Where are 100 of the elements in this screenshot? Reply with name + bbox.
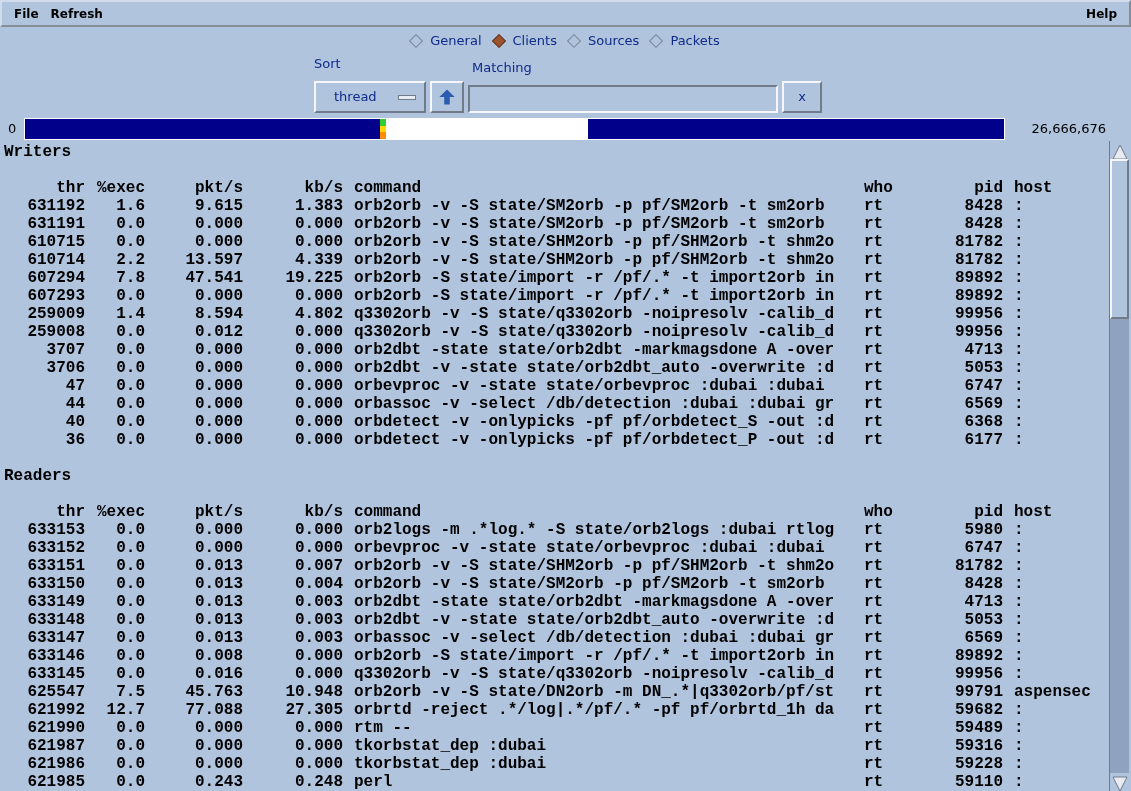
- table-cell-text: 0.0: [115, 413, 145, 431]
- column-header: kb/s: [303, 179, 343, 197]
- table-cell-text: 0.000: [294, 233, 343, 251]
- tab-radio[interactable]: Sources: [566, 31, 642, 51]
- table-cell-text: :: [1013, 251, 1025, 269]
- table-cell-text: :: [1013, 395, 1025, 413]
- table-cell-text: :: [1013, 197, 1025, 215]
- table-cell-text: 0.0: [115, 719, 145, 737]
- sort-dropdown[interactable]: thread: [314, 81, 426, 113]
- table-cell-text: 99956: [954, 665, 1003, 683]
- table-cell-text: 610714: [26, 251, 85, 269]
- table-cell-text: 0.013: [194, 629, 243, 647]
- sort-label: Sort: [314, 54, 342, 73]
- table-cell-text: 0.000: [194, 215, 243, 233]
- tab-radio[interactable]: Packets: [649, 31, 722, 51]
- table-cell-text: 81782: [954, 557, 1003, 575]
- table-cell-text: 36: [64, 431, 85, 449]
- table-cell-text: 89892: [954, 287, 1003, 305]
- scroll-down-icon: [1110, 774, 1129, 791]
- table-cell-text: 99956: [954, 305, 1003, 323]
- table-cell-text: :: [1013, 305, 1025, 323]
- table-cell-text: orb2dbt -v -state state/orb2dbt_auto -overwrite :d: [353, 611, 836, 629]
- table-cell-text: 0.0: [115, 521, 145, 539]
- table-cell-text: 0.008: [194, 647, 243, 665]
- table-cell-text: 1.4: [115, 305, 145, 323]
- table-cell-text: q3302orb -v -S state/q3302orb -noipresolv -calib_d: [353, 305, 836, 323]
- table-cell-text: :: [1013, 269, 1025, 287]
- table-cell-text: 6177: [963, 431, 1003, 449]
- table-cell-text: 0.004: [294, 575, 343, 593]
- table-cell-text: :: [1013, 341, 1025, 359]
- table-cell-text: rt: [864, 611, 885, 629]
- table-cell-text: orbdetect -v -onlypicks -pf pf/orbdetect_P -out :d: [353, 431, 836, 449]
- table-cell-text: 0.000: [194, 431, 243, 449]
- table-cell-text: 59316: [954, 737, 1003, 755]
- table-cell-text: 7.8: [115, 269, 145, 287]
- menu-item[interactable]: File: [8, 4, 45, 23]
- table-cell-text: :: [1013, 377, 1025, 395]
- table-cell-text: orbassoc -v -select /db/detection :dubai :dubai gr: [353, 395, 836, 413]
- column-header: %exec: [96, 179, 145, 197]
- table-cell-text: 10.948: [284, 683, 343, 701]
- table-cell-text: 0.000: [294, 719, 343, 737]
- table-cell-text: 99956: [954, 323, 1003, 341]
- table-cell-text: 0.013: [194, 575, 243, 593]
- table-cell-text: orb2orb -v -S state/SM2orb -p pf/SM2orb -t sm2orb: [353, 197, 826, 215]
- table-cell-text: 633146: [26, 647, 85, 665]
- scrollbar-track[interactable]: [1109, 141, 1129, 791]
- table-cell-text: 4.802: [294, 305, 343, 323]
- table-cell-text: 89892: [954, 269, 1003, 287]
- table-cell-text: :: [1013, 719, 1025, 737]
- table-cell-text: rt: [864, 287, 885, 305]
- column-header: command: [353, 179, 423, 197]
- table-cell-text: 99791: [954, 683, 1003, 701]
- tab-radio[interactable]: General: [409, 31, 484, 51]
- table-cell-text: 3707: [45, 341, 85, 359]
- table-cell-text: rt: [864, 755, 885, 773]
- buffer-start-label: 0: [7, 120, 18, 139]
- scroll-down-button[interactable]: [1110, 773, 1129, 791]
- matching-label: Matching: [472, 58, 533, 77]
- table-cell-text: aspensec: [1013, 683, 1092, 701]
- column-header: pid: [973, 179, 1003, 197]
- table-cell-text: 0.000: [294, 395, 343, 413]
- menu-item[interactable]: Refresh: [44, 4, 109, 23]
- matching-field[interactable]: [468, 85, 778, 113]
- table-cell-text: 0.000: [194, 539, 243, 557]
- table-cell-text: orb2orb -S state/import -r /pf/.* -t import2orb in: [353, 269, 836, 287]
- table-cell-text: 3706: [45, 359, 85, 377]
- table-cell-text: 0.0: [115, 737, 145, 755]
- table-cell-text: 0.013: [194, 611, 243, 629]
- table-cell-text: rt: [864, 683, 885, 701]
- table-cell-text: 9.615: [194, 197, 243, 215]
- table-cell-text: rt: [864, 341, 885, 359]
- table-cell-text: rt: [864, 251, 885, 269]
- column-header: pkt/s: [194, 179, 243, 197]
- table-cell-text: 89892: [954, 647, 1003, 665]
- table-cell-text: 1.383: [294, 197, 343, 215]
- scroll-thumb[interactable]: [1110, 159, 1129, 319]
- table-cell-text: rt: [864, 539, 885, 557]
- sort-direction-button[interactable]: [430, 81, 464, 113]
- clear-button[interactable]: x: [782, 81, 822, 113]
- table-cell-text: 0.007: [294, 557, 343, 575]
- table-cell-text: 0.000: [294, 521, 343, 539]
- table-cell-text: 0.000: [294, 647, 343, 665]
- table-cell-text: 0.0: [115, 557, 145, 575]
- help-menu[interactable]: Help: [1080, 4, 1123, 23]
- table-cell-text: rt: [864, 719, 885, 737]
- table-cell-text: 6747: [963, 377, 1003, 395]
- table-cell-text: :: [1013, 233, 1025, 251]
- table-cell-text: 6569: [963, 395, 1003, 413]
- table-cell-text: :: [1013, 701, 1025, 719]
- table-cell-text: q3302orb -v -S state/q3302orb -noipresolv -calib_d: [353, 323, 836, 341]
- column-header: who: [864, 179, 894, 197]
- table-cell-text: 625547: [26, 683, 85, 701]
- table-cell-text: 633147: [26, 629, 85, 647]
- table-cell-text: 633145: [26, 665, 85, 683]
- table-cell-text: rt: [864, 701, 885, 719]
- column-header: kb/s: [303, 503, 343, 521]
- table-cell-text: 621990: [26, 719, 85, 737]
- tab-radio[interactable]: Clients: [491, 31, 559, 51]
- table-cell-text: 59682: [954, 701, 1003, 719]
- table-cell-text: 5980: [963, 521, 1003, 539]
